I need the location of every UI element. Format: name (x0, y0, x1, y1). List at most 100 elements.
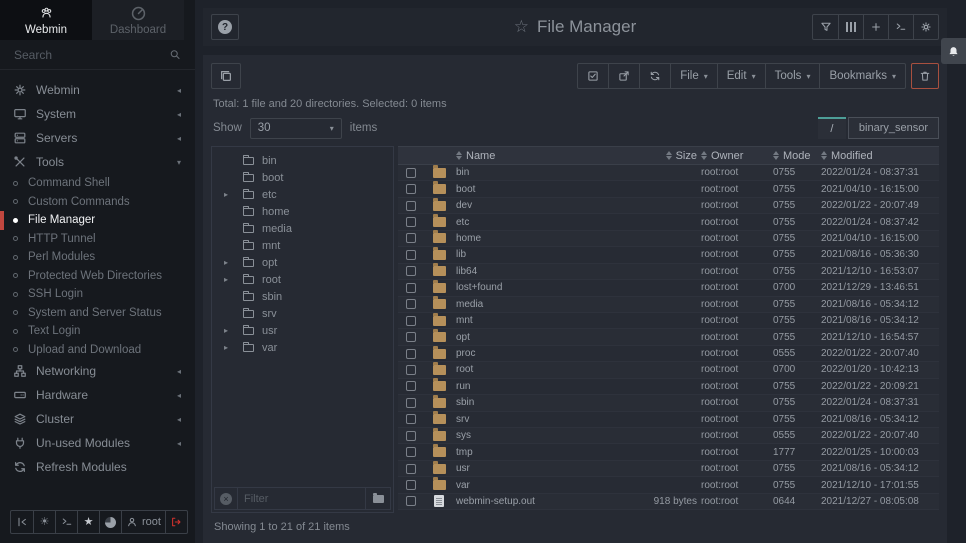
tree-item[interactable]: home (212, 203, 393, 220)
logout-button[interactable] (165, 511, 187, 533)
tree-item[interactable]: boot (212, 169, 393, 186)
sidebar-item[interactable]: Command Shell (0, 174, 195, 193)
file-name[interactable]: run (454, 381, 607, 392)
row-checkbox[interactable] (406, 184, 416, 194)
tree-item[interactable]: media (212, 220, 393, 237)
file-name[interactable]: usr (454, 463, 607, 474)
sidebar-category[interactable]: Hardware ◂ (0, 383, 195, 407)
sidebar-category[interactable]: Un-used Modules ◂ (0, 431, 195, 455)
file-name[interactable]: tmp (454, 447, 607, 458)
file-name[interactable]: etc (454, 217, 607, 228)
table-row[interactable]: srv root:root 0755 2021/08/16 - 05:34:12 (398, 412, 939, 428)
row-checkbox[interactable] (406, 332, 416, 342)
table-row[interactable]: home root:root 0755 2021/04/10 - 16:15:0… (398, 231, 939, 247)
file-name[interactable]: lib (454, 249, 607, 260)
refresh-button[interactable] (639, 64, 670, 88)
page-size-select[interactable]: 30 ▾ (250, 118, 342, 139)
table-row[interactable]: webmin-setup.out 918 bytes root:root 064… (398, 494, 939, 510)
sidebar-item[interactable]: Upload and Download (0, 341, 195, 360)
sidebar-item[interactable]: Perl Modules (0, 248, 195, 267)
user-button[interactable]: root (121, 511, 165, 533)
file-name[interactable]: webmin-setup.out (454, 496, 607, 507)
table-row[interactable]: dev root:root 0755 2022/01/22 - 20:07:49 (398, 198, 939, 214)
row-checkbox[interactable] (406, 480, 416, 490)
table-row[interactable]: lost+found root:root 0700 2021/12/29 - 1… (398, 280, 939, 296)
row-checkbox[interactable] (406, 447, 416, 457)
expand-caret-icon[interactable]: ▸ (224, 190, 228, 199)
trash-button[interactable] (911, 63, 939, 89)
row-checkbox[interactable] (406, 381, 416, 391)
table-row[interactable]: bin root:root 0755 2022/01/24 - 08:37:31 (398, 165, 939, 181)
tree-item[interactable]: mnt (212, 237, 393, 254)
expand-caret-icon[interactable]: ▸ (224, 343, 228, 352)
columns-button[interactable] (838, 15, 863, 39)
file-name[interactable]: sys (454, 430, 607, 441)
file-menu[interactable]: File▾ (670, 64, 717, 88)
file-name[interactable]: srv (454, 414, 607, 425)
sidebar-item[interactable]: File Manager (0, 211, 195, 230)
notifications-handle[interactable] (941, 38, 966, 64)
row-checkbox[interactable] (406, 349, 416, 359)
row-checkbox[interactable] (406, 431, 416, 441)
tools-menu[interactable]: Tools▾ (765, 64, 820, 88)
row-checkbox[interactable] (406, 414, 416, 424)
clear-filter-icon[interactable]: × (220, 493, 232, 505)
file-name[interactable]: opt (454, 332, 607, 343)
file-name[interactable]: bin (454, 167, 607, 178)
sidebar-category[interactable]: Networking ◂ (0, 359, 195, 383)
row-checkbox[interactable] (406, 365, 416, 375)
filter-button[interactable] (813, 15, 838, 39)
copy-button[interactable] (211, 63, 241, 89)
expand-caret-icon[interactable]: ▸ (224, 258, 228, 267)
tree-item[interactable]: srv (212, 305, 393, 322)
file-name[interactable]: media (454, 299, 607, 310)
file-name[interactable]: lost+found (454, 282, 607, 293)
sidebar-category[interactable]: Servers ◂ (0, 126, 195, 150)
table-row[interactable]: media root:root 0755 2021/08/16 - 05:34:… (398, 297, 939, 313)
row-checkbox[interactable] (406, 398, 416, 408)
expand-caret-icon[interactable]: ▸ (224, 326, 228, 335)
file-name[interactable]: var (454, 480, 607, 491)
sidebar-item[interactable]: HTTP Tunnel (0, 230, 195, 249)
sidebar-item[interactable]: System and Server Status (0, 304, 195, 323)
row-checkbox[interactable] (406, 233, 416, 243)
sidebar-item[interactable]: Text Login (0, 322, 195, 341)
expand-caret-icon[interactable]: ▸ (224, 275, 228, 284)
column-modified[interactable]: Modified (819, 150, 939, 162)
table-row[interactable]: boot root:root 0755 2021/04/10 - 16:15:0… (398, 181, 939, 197)
table-row[interactable]: tmp root:root 1777 2022/01/25 - 10:00:03 (398, 444, 939, 460)
row-checkbox[interactable] (406, 464, 416, 474)
row-checkbox[interactable] (406, 168, 416, 178)
table-row[interactable]: var root:root 0755 2021/12/10 - 17:01:55 (398, 477, 939, 493)
table-row[interactable]: root root:root 0700 2022/01/20 - 10:42:1… (398, 362, 939, 378)
file-name[interactable]: home (454, 233, 607, 244)
settings-button[interactable] (913, 15, 938, 39)
tree-item[interactable]: ▸ root (212, 271, 393, 288)
row-checkbox[interactable] (406, 217, 416, 227)
terminal-button[interactable] (55, 511, 77, 533)
column-name[interactable]: Name (454, 150, 607, 162)
add-button[interactable] (863, 15, 888, 39)
table-row[interactable]: etc root:root 0755 2022/01/24 - 08:37:42 (398, 214, 939, 230)
tree-item[interactable]: bin (212, 152, 393, 169)
table-row[interactable]: usr root:root 0755 2021/08/16 - 05:34:12 (398, 461, 939, 477)
row-checkbox[interactable] (406, 283, 416, 293)
usage-button[interactable] (99, 511, 121, 533)
help-button[interactable]: ? (211, 14, 239, 40)
table-row[interactable]: mnt root:root 0755 2021/08/16 - 05:34:12 (398, 313, 939, 329)
file-name[interactable]: sbin (454, 397, 607, 408)
breadcrumb-current[interactable]: binary_sensor (848, 117, 939, 139)
select-all-button[interactable] (578, 64, 608, 88)
table-row[interactable]: run root:root 0755 2022/01/22 - 20:09:21 (398, 379, 939, 395)
breadcrumb-root[interactable]: / (818, 117, 846, 139)
sidebar-category[interactable]: Tools ▾ (0, 150, 195, 174)
column-mode[interactable]: Mode (771, 150, 819, 162)
favorites-button[interactable]: ★ (77, 511, 99, 533)
tree-item[interactable]: ▸ var (212, 339, 393, 356)
tree-item[interactable]: ▸ opt (212, 254, 393, 271)
column-size[interactable]: Size (607, 150, 699, 162)
file-name[interactable]: dev (454, 200, 607, 211)
row-checkbox[interactable] (406, 266, 416, 276)
file-name[interactable]: boot (454, 184, 607, 195)
sidebar-item[interactable]: SSH Login (0, 285, 195, 304)
